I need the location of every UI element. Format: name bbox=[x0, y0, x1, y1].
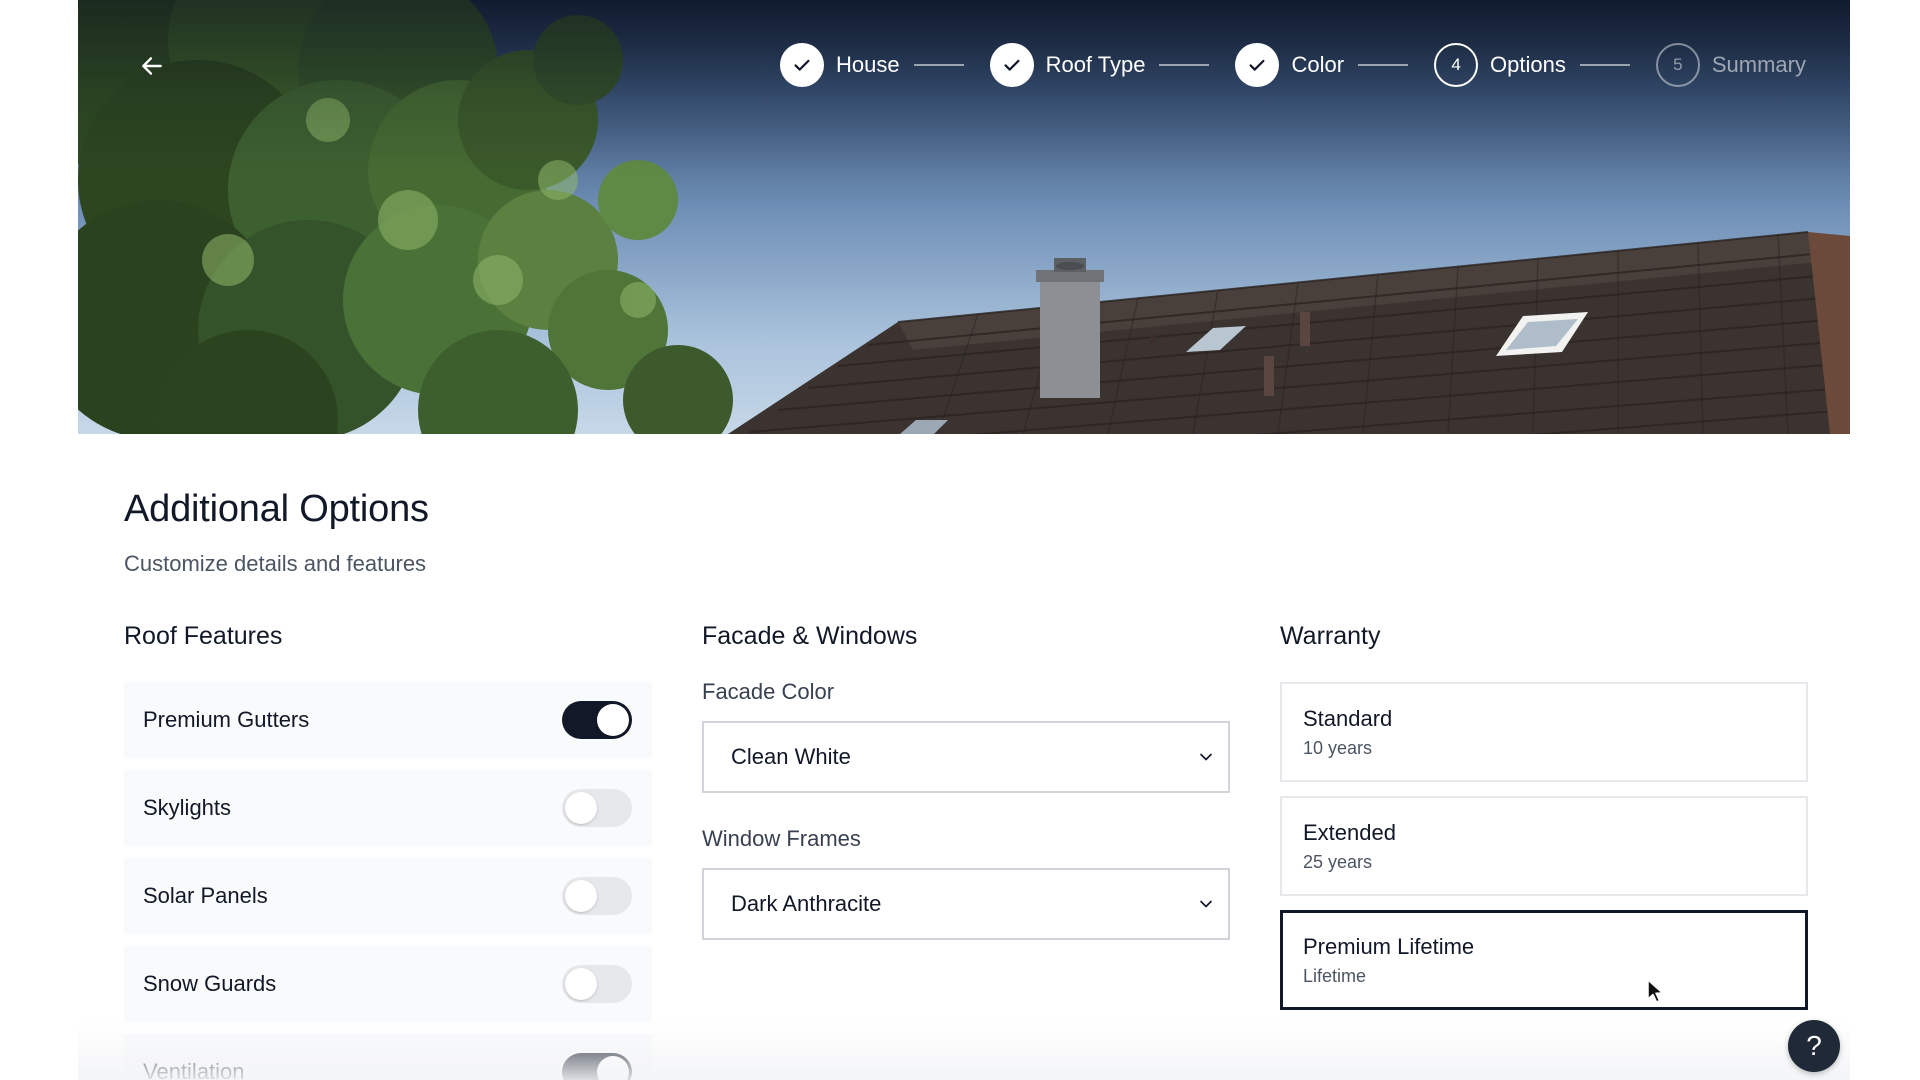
window-frames-label: Window Frames bbox=[702, 826, 861, 851]
feature-label: Premium Gutters bbox=[143, 707, 310, 732]
step-label: House bbox=[835, 52, 900, 77]
feature-snow-guards[interactable]: Snow Guards bbox=[124, 946, 652, 1022]
feature-label: Solar Panels bbox=[143, 883, 268, 908]
skylights-toggle[interactable] bbox=[562, 789, 632, 827]
feature-skylights[interactable]: Skylights bbox=[124, 770, 652, 846]
step-check-circle bbox=[989, 43, 1034, 87]
step-check-circle bbox=[779, 43, 824, 87]
warranty-name: Standard bbox=[1303, 706, 1393, 731]
check-icon bbox=[1249, 59, 1265, 71]
toggle-knob bbox=[565, 880, 597, 912]
back-button[interactable] bbox=[130, 44, 174, 88]
check-icon bbox=[794, 59, 810, 71]
solar-panels-toggle[interactable] bbox=[562, 877, 632, 915]
feature-label: Ventilation bbox=[143, 1059, 245, 1080]
step-label: Roof Type bbox=[1045, 52, 1146, 77]
toggle-knob bbox=[597, 704, 629, 736]
snow-guards-toggle[interactable] bbox=[562, 965, 632, 1003]
help-button[interactable]: ? bbox=[1788, 1020, 1840, 1072]
facade-color-select[interactable]: Clean White bbox=[702, 721, 1230, 793]
section-title: Facade & Windows bbox=[702, 622, 918, 650]
step-connector bbox=[1358, 64, 1409, 66]
check-icon bbox=[1004, 59, 1020, 71]
feature-premium-gutters[interactable]: Premium Gutters bbox=[124, 682, 652, 758]
step-color[interactable]: Color bbox=[1235, 43, 1344, 87]
step-number: 4 bbox=[1434, 43, 1479, 87]
warranty-term: Lifetime bbox=[1303, 966, 1367, 986]
premium-gutters-toggle[interactable] bbox=[562, 701, 632, 739]
step-options[interactable]: 4 Options bbox=[1434, 43, 1566, 87]
feature-label: Snow Guards bbox=[143, 971, 277, 996]
warranty-options: Standard 10 years Extended 25 years Prem… bbox=[1280, 682, 1808, 1010]
section-title: Roof Features bbox=[124, 622, 283, 650]
toggle-knob bbox=[565, 792, 597, 824]
step-label: Options bbox=[1490, 52, 1566, 77]
step-connector bbox=[1579, 64, 1630, 66]
warranty-option-extended[interactable]: Extended 25 years bbox=[1280, 796, 1808, 896]
warranty-name: Premium Lifetime bbox=[1303, 934, 1475, 959]
arrow-left-icon bbox=[142, 57, 162, 75]
mouse-cursor-icon bbox=[1647, 979, 1664, 1003]
toggle-knob bbox=[565, 968, 597, 1000]
feature-list: Premium Gutters Skylights Solar Panels S… bbox=[124, 682, 652, 1080]
progress-stepper: House Roof Type Color 4 Options 5 Summar… bbox=[779, 43, 1806, 87]
feature-solar-panels[interactable]: Solar Panels bbox=[124, 858, 652, 934]
page-subtitle: Customize details and features bbox=[124, 551, 427, 576]
hero-image: House Roof Type Color 4 Options 5 Summar… bbox=[78, 0, 1850, 434]
select-value: Dark Anthracite bbox=[731, 891, 882, 916]
step-summary[interactable]: 5 Summary bbox=[1655, 43, 1806, 87]
toggle-knob bbox=[597, 1056, 629, 1080]
warranty-term: 25 years bbox=[1303, 852, 1373, 872]
step-roof-type[interactable]: Roof Type bbox=[989, 43, 1146, 87]
step-number: 5 bbox=[1655, 43, 1700, 87]
warranty-name: Extended bbox=[1303, 820, 1396, 845]
page-title: Additional Options bbox=[124, 488, 429, 530]
step-label: Summary bbox=[1711, 52, 1806, 77]
step-house[interactable]: House bbox=[779, 43, 900, 87]
feature-label: Skylights bbox=[143, 795, 232, 820]
ventilation-toggle[interactable] bbox=[562, 1053, 632, 1080]
chevron-down-icon bbox=[1200, 753, 1212, 761]
step-label: Color bbox=[1291, 52, 1345, 77]
facade-windows-section: Facade & Windows Facade Color Clean Whit… bbox=[702, 622, 1230, 940]
roof-features-section: Roof Features Premium Gutters Skylights … bbox=[124, 622, 652, 1080]
warranty-option-premium-lifetime[interactable]: Premium Lifetime Lifetime bbox=[1280, 910, 1808, 1010]
options-content: Additional Options Customize details and… bbox=[78, 434, 1850, 1080]
question-mark-icon: ? bbox=[1806, 1030, 1822, 1061]
window-frames-select[interactable]: Dark Anthracite bbox=[702, 868, 1230, 940]
section-title: Warranty bbox=[1280, 622, 1381, 650]
warranty-section: Warranty Standard 10 years Extended 25 y… bbox=[1280, 622, 1808, 1024]
step-connector bbox=[1159, 64, 1210, 66]
select-value: Clean White bbox=[731, 744, 851, 769]
step-check-circle bbox=[1235, 43, 1280, 87]
warranty-option-standard[interactable]: Standard 10 years bbox=[1280, 682, 1808, 782]
feature-ventilation[interactable]: Ventilation bbox=[124, 1034, 652, 1080]
facade-color-label: Facade Color bbox=[702, 679, 835, 704]
step-connector bbox=[913, 64, 964, 66]
chevron-down-icon bbox=[1200, 900, 1212, 908]
app-window: House Roof Type Color 4 Options 5 Summar… bbox=[78, 0, 1850, 1080]
warranty-term: 10 years bbox=[1303, 738, 1373, 758]
